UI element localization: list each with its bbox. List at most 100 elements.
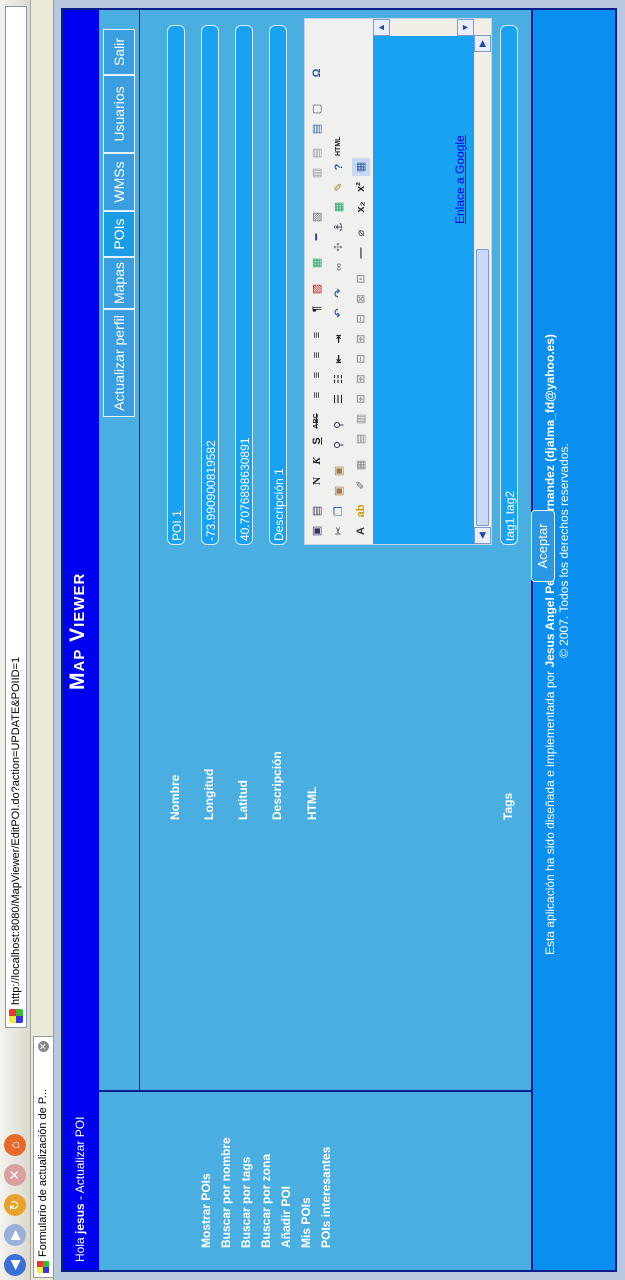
row-props-icon[interactable]: ▥ bbox=[352, 410, 370, 428]
special-char-icon[interactable]: Ω bbox=[308, 64, 326, 82]
description-input[interactable]: Descripción 1 bbox=[269, 25, 287, 545]
insert-layer-icon[interactable]: ▤ bbox=[352, 430, 370, 448]
outdent-icon[interactable]: ⇤ bbox=[330, 350, 348, 368]
html-label: HTML bbox=[305, 786, 319, 820]
forward-icon[interactable]: ▶ bbox=[4, 1224, 26, 1246]
sidebar-item-search-tags[interactable]: Buscar por tags bbox=[239, 1157, 253, 1248]
nav-maps-button[interactable]: Mapas bbox=[103, 257, 135, 309]
sidebar-item-interesting-pois[interactable]: POIs interesantes bbox=[319, 1147, 333, 1248]
scroll-down-icon[interactable]: ▼ bbox=[457, 19, 474, 36]
sidebar-item-show-pois[interactable]: Mostrar POIs bbox=[199, 1173, 213, 1248]
anchor-icon[interactable]: ⚓ bbox=[330, 218, 348, 236]
image-icon[interactable]: ▨ bbox=[308, 280, 326, 298]
cut-icon[interactable]: ✂ bbox=[330, 522, 348, 540]
remove-format-icon[interactable]: ✐ bbox=[352, 476, 370, 494]
fullscreen-icon[interactable]: ▢ bbox=[308, 100, 326, 118]
superscript-icon[interactable]: x² bbox=[352, 178, 370, 196]
scroll-up-icon[interactable]: ▲ bbox=[373, 19, 390, 36]
preview-icon[interactable]: ▤ bbox=[308, 502, 326, 520]
delete-row-icon[interactable]: ⊟ bbox=[352, 350, 370, 368]
footer-author: Jesus Angel Perez-Roca Fernandez (djalma… bbox=[543, 334, 557, 668]
horizontal-rule-icon[interactable]: ━ bbox=[308, 228, 326, 246]
nav-logout-button[interactable]: Salir bbox=[103, 29, 135, 75]
redo-icon[interactable]: ↷ bbox=[330, 284, 348, 302]
undo-icon[interactable]: ↶ bbox=[330, 304, 348, 322]
paste-text-icon[interactable]: ▤ bbox=[308, 144, 326, 162]
nav-users-button[interactable]: Usuarios bbox=[103, 75, 135, 153]
numbered-list-icon[interactable]: ☷ bbox=[330, 370, 348, 388]
visual-aid-icon[interactable]: ▦ bbox=[352, 456, 370, 474]
html-editor[interactable]: ▣ ▤ N K S ABC ≡ ≡ ≡ ≡ ¶ ▨ ▦ ━ ▧ ▥ ▤ ▤ ▢ … bbox=[304, 18, 492, 545]
strikethrough-icon[interactable]: ABC bbox=[308, 412, 326, 430]
underline-icon[interactable]: S bbox=[308, 432, 326, 450]
sidebar-item-search-name[interactable]: Buscar por nombre bbox=[219, 1137, 233, 1248]
template-icon[interactable]: ▧ bbox=[308, 208, 326, 226]
unlink-icon[interactable]: ✣ bbox=[330, 238, 348, 256]
media-icon[interactable]: ▦ bbox=[308, 254, 326, 272]
bullet-list-icon[interactable]: ☰ bbox=[330, 390, 348, 408]
greeting-prefix: Hola bbox=[73, 1237, 87, 1262]
subscript-icon[interactable]: x₂ bbox=[352, 198, 370, 216]
remove-link-icon[interactable]: ⌀ bbox=[352, 224, 370, 242]
sidebar-item-search-zone[interactable]: Buscar por zona bbox=[259, 1154, 273, 1248]
paste-icon[interactable]: ▣ bbox=[330, 482, 348, 500]
reload-icon[interactable]: ↻ bbox=[4, 1194, 26, 1216]
indent-icon[interactable]: ⇥ bbox=[330, 330, 348, 348]
html-source-icon[interactable]: HTML bbox=[330, 137, 348, 156]
name-label: Nombre bbox=[168, 774, 182, 820]
table-icon[interactable]: ▦ bbox=[352, 158, 370, 176]
justify-icon[interactable]: ≡ bbox=[308, 326, 326, 344]
merge-cells-icon[interactable]: ⊡ bbox=[352, 270, 370, 288]
hr-icon[interactable]: — bbox=[352, 244, 370, 262]
insert-row-before-icon[interactable]: ⊞ bbox=[352, 390, 370, 408]
stop-icon[interactable]: ✕ bbox=[4, 1164, 26, 1186]
nav-pois-button[interactable]: POIs bbox=[103, 211, 135, 257]
split-cells-icon[interactable]: ⊠ bbox=[352, 290, 370, 308]
delete-col-icon[interactable]: ⊟ bbox=[352, 310, 370, 328]
home-icon[interactable]: ⌂ bbox=[4, 1134, 26, 1156]
url-bar[interactable]: http://localhost:8080/MapViewer/EditPOI.… bbox=[5, 6, 27, 1028]
print-icon[interactable]: ▥ bbox=[308, 164, 326, 182]
link-icon[interactable]: ∞ bbox=[330, 258, 348, 276]
footer: Esta aplicación ha sido diseñada e imple… bbox=[533, 10, 615, 1270]
scroll-right-icon[interactable]: ▶ bbox=[474, 35, 491, 52]
accept-button[interactable]: Aceptar bbox=[531, 510, 555, 582]
align-left-icon[interactable]: ≡ bbox=[308, 386, 326, 404]
paragraph-icon[interactable]: ¶ bbox=[308, 300, 326, 318]
editor-scroll-thumb[interactable] bbox=[476, 249, 489, 526]
italic-icon[interactable]: K bbox=[308, 452, 326, 470]
insert-image-icon[interactable]: ▦ bbox=[330, 198, 348, 216]
table-props-icon[interactable]: ▤ bbox=[308, 120, 326, 138]
insert-col-icon[interactable]: ⊞ bbox=[352, 330, 370, 348]
tab-close-icon[interactable]: ✕ bbox=[38, 1041, 49, 1052]
editor-vertical-scrollbar[interactable]: ▲ ▼ bbox=[373, 19, 474, 36]
help-icon[interactable]: ? bbox=[330, 158, 348, 176]
replace-icon[interactable]: ⚲ bbox=[330, 416, 348, 434]
nav-update-profile-button[interactable]: Actualizar perfil bbox=[103, 309, 135, 417]
insert-row-after-icon[interactable]: ⊞ bbox=[352, 370, 370, 388]
new-doc-icon[interactable]: ▣ bbox=[308, 522, 326, 540]
latitude-input[interactable]: 40.7076898630891 bbox=[235, 25, 253, 545]
find-icon[interactable]: ⚲ bbox=[330, 436, 348, 454]
longitude-input[interactable]: -73.990900819582 bbox=[201, 25, 219, 545]
back-icon[interactable]: ◀ bbox=[4, 1254, 26, 1276]
bold-icon[interactable]: N bbox=[308, 472, 326, 490]
align-right-icon[interactable]: ≡ bbox=[308, 346, 326, 364]
tags-input[interactable]: tag1 tag2 bbox=[500, 25, 518, 545]
tab-favicon-icon bbox=[37, 1261, 49, 1273]
scroll-left-icon[interactable]: ◀ bbox=[474, 527, 491, 544]
nav-wmss-button[interactable]: WMSs bbox=[103, 153, 135, 211]
name-input[interactable]: POI 1 bbox=[167, 25, 185, 545]
sidebar-divider bbox=[99, 1090, 531, 1092]
sidebar-item-add-poi[interactable]: Añadir POI bbox=[279, 1186, 293, 1248]
paste-word-icon[interactable]: ▣ bbox=[330, 462, 348, 480]
browser-tab[interactable]: Formulario de actualización de P... ✕ bbox=[33, 1036, 53, 1278]
align-center-icon[interactable]: ≡ bbox=[308, 366, 326, 384]
editor-google-link[interactable]: Enlace a Google bbox=[453, 135, 467, 224]
highlight-color-icon[interactable]: ab bbox=[352, 502, 370, 520]
copy-icon[interactable]: ❐ bbox=[330, 502, 348, 520]
font-color-icon[interactable]: A bbox=[352, 522, 370, 540]
sidebar-item-my-pois[interactable]: Mis POIs bbox=[299, 1197, 313, 1248]
editor-horizontal-scrollbar[interactable]: ◀ ▶ bbox=[474, 19, 491, 544]
cleanup-icon[interactable]: ✎ bbox=[330, 178, 348, 196]
